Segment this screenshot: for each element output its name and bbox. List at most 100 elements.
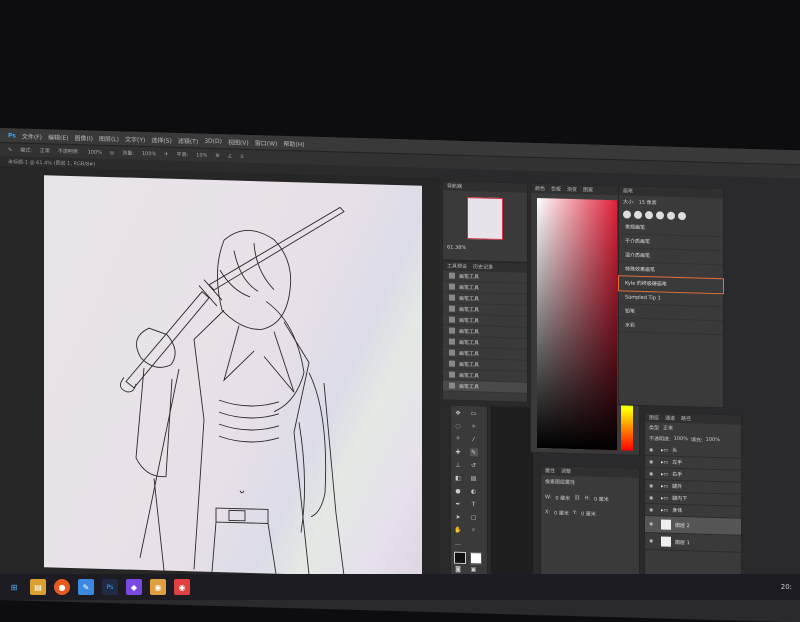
flow-input[interactable]: 100%: [142, 150, 156, 156]
eye-icon[interactable]: ◉: [649, 471, 657, 477]
tab-patterns[interactable]: 图案: [583, 186, 593, 193]
history-item-selected[interactable]: 画笔工具: [443, 380, 527, 394]
menu-file[interactable]: 文件(F): [22, 131, 42, 141]
more-tools-icon[interactable]: …: [454, 539, 462, 547]
crop-tool-icon[interactable]: ⌗: [454, 435, 462, 443]
brush-size-value[interactable]: 15 像素: [639, 199, 657, 207]
shape-tool-icon[interactable]: ▢: [470, 513, 478, 521]
lasso-tool-icon[interactable]: ◌: [454, 422, 462, 430]
brush-preset-icon[interactable]: [678, 211, 686, 221]
brush-group[interactable]: 水彩: [619, 318, 723, 336]
layer-fill-input[interactable]: 100%: [706, 437, 720, 444]
opacity-input[interactable]: 100%: [88, 149, 102, 155]
tab-paths[interactable]: 路径: [681, 415, 691, 422]
eye-icon[interactable]: ◉: [649, 459, 657, 465]
layer-opacity-input[interactable]: 100%: [674, 436, 688, 443]
eye-icon[interactable]: ◉: [649, 538, 657, 544]
tab-swatches[interactable]: 色板: [551, 185, 561, 192]
menu-view[interactable]: 视图(V): [228, 137, 249, 147]
path-select-icon[interactable]: ➤: [454, 513, 462, 521]
tab-brushes[interactable]: 画笔: [623, 187, 633, 194]
menu-filter[interactable]: 滤镜(T): [178, 135, 198, 145]
zoom-tool-icon[interactable]: ⌕: [470, 526, 478, 534]
color-field[interactable]: [537, 197, 617, 451]
airbrush-icon[interactable]: ✈: [164, 151, 168, 157]
marquee-tool-icon[interactable]: ▭: [470, 409, 478, 417]
eye-icon[interactable]: ◉: [649, 521, 657, 527]
tab-channels[interactable]: 通道: [665, 415, 675, 422]
filter-kind-select[interactable]: 类型: [649, 424, 659, 431]
brush-preset-icon[interactable]: [634, 210, 642, 219]
menu-window[interactable]: 窗口(W): [255, 138, 278, 148]
menu-3d[interactable]: 3D(D): [204, 137, 222, 144]
tab-adjustments[interactable]: 调整: [561, 468, 571, 475]
type-tool-icon[interactable]: T: [470, 500, 478, 508]
eye-icon[interactable]: ◉: [649, 483, 657, 489]
pressure-icon[interactable]: ◎: [110, 150, 114, 156]
app-icon[interactable]: ◉: [150, 579, 166, 595]
symmetry-icon[interactable]: ⧖: [240, 153, 244, 159]
photoshop-icon[interactable]: Ps: [102, 579, 118, 595]
tab-layers[interactable]: 图层: [649, 414, 659, 421]
windows-start-icon[interactable]: ⊞: [6, 579, 22, 595]
background-color-swatch[interactable]: [469, 552, 482, 565]
dodge-tool-icon[interactable]: ◐: [470, 487, 478, 495]
brush-preset-icon[interactable]: [656, 211, 664, 220]
pen-tool-icon[interactable]: ✒: [454, 500, 462, 508]
tab-properties[interactable]: 属性: [545, 467, 555, 474]
smooth-input[interactable]: 10%: [196, 152, 207, 158]
magic-wand-icon[interactable]: ✧: [470, 422, 478, 430]
eye-icon[interactable]: ◉: [649, 447, 657, 453]
menu-select[interactable]: 选择(S): [151, 135, 172, 145]
canvas[interactable]: [44, 175, 422, 578]
brush-preset-icon[interactable]: [623, 210, 631, 219]
x-input[interactable]: 0 厘米: [554, 509, 569, 516]
navigator-zoom[interactable]: 61.38%: [443, 244, 527, 252]
screen-mode-icon[interactable]: ▣: [470, 565, 478, 573]
w-input[interactable]: 0 厘米: [555, 495, 570, 502]
blend-mode-select[interactable]: 正常: [663, 425, 673, 432]
eraser-tool-icon[interactable]: ◧: [454, 474, 462, 482]
mode-select[interactable]: 正常: [40, 147, 50, 154]
blur-tool-icon[interactable]: ●: [454, 487, 462, 495]
navigator-tab[interactable]: 导航器: [443, 181, 527, 193]
brush-preset-icon[interactable]: [645, 211, 653, 220]
h-input[interactable]: 0 厘米: [594, 496, 609, 503]
menu-image[interactable]: 图像(I): [75, 133, 93, 143]
settings-gear-icon[interactable]: ⚙: [215, 153, 219, 159]
app-icon[interactable]: ◉: [174, 579, 190, 595]
tab-color[interactable]: 颜色: [535, 185, 545, 192]
gradient-tool-icon[interactable]: ▤: [470, 474, 478, 482]
tab-history[interactable]: 历史记录: [473, 263, 493, 271]
brush-tool-icon[interactable]: ✎: [8, 147, 12, 153]
tab-gradients[interactable]: 渐变: [567, 186, 577, 193]
stamp-tool-icon[interactable]: ⊥: [454, 461, 462, 469]
sketch-app-icon[interactable]: ✎: [78, 579, 94, 595]
app-icon[interactable]: ◆: [126, 579, 142, 595]
firefox-icon[interactable]: ●: [54, 579, 70, 595]
layer-item[interactable]: ◉ 图层 1: [645, 533, 741, 553]
brush-tool-icon[interactable]: ✎: [469, 448, 478, 457]
menu-layer[interactable]: 图层(L): [99, 133, 119, 143]
foreground-color-swatch[interactable]: [454, 551, 466, 565]
brush-preset-icon[interactable]: [667, 211, 675, 220]
navigator-thumbnail[interactable]: [467, 197, 503, 241]
quick-mask-icon[interactable]: ◙: [454, 565, 462, 573]
angle-icon[interactable]: ∠: [228, 153, 232, 159]
files-icon[interactable]: ▤: [30, 579, 46, 595]
brush-icon: [449, 338, 455, 345]
hand-tool-icon[interactable]: ✋: [454, 526, 462, 534]
menu-help[interactable]: 帮助(H): [283, 138, 304, 148]
link-icon[interactable]: ⛓: [574, 495, 580, 502]
y-input[interactable]: 0 厘米: [581, 510, 596, 517]
eye-icon[interactable]: ◉: [649, 495, 657, 501]
healing-tool-icon[interactable]: ✚: [454, 448, 462, 456]
eyedropper-icon[interactable]: ⁄: [470, 435, 478, 443]
move-tool-icon[interactable]: ✥: [454, 409, 462, 417]
tab-tool-presets[interactable]: 工具预设: [447, 262, 467, 270]
eye-icon[interactable]: ◉: [649, 507, 657, 513]
clock[interactable]: 20:: [781, 583, 800, 591]
menu-edit[interactable]: 编辑(E): [48, 132, 68, 142]
menu-type[interactable]: 文字(Y): [125, 134, 145, 144]
history-brush-icon[interactable]: ↺: [470, 461, 478, 469]
